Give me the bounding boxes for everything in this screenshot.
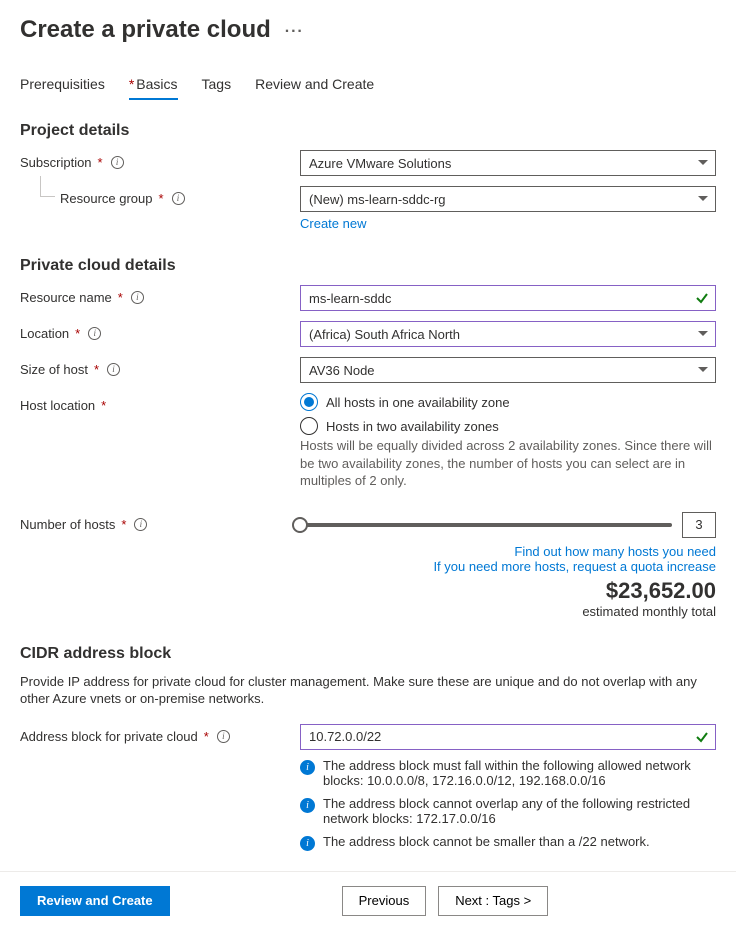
cidr-rule-3: The address block cannot be smaller than… [323, 834, 650, 849]
size-of-host-label: Size of host* i [20, 357, 300, 377]
address-block-input[interactable]: 10.72.0.0/22 [300, 724, 716, 750]
tab-review[interactable]: Review and Create [255, 72, 374, 100]
section-project-details: Project details [20, 122, 716, 140]
info-icon: i [300, 836, 315, 851]
resource-group-label: Resource group* i [20, 186, 300, 206]
tabs: Prerequisities *Basics Tags Review and C… [20, 72, 716, 100]
next-button[interactable]: Next : Tags > [438, 886, 548, 916]
chevron-down-icon [697, 193, 709, 205]
info-icon[interactable]: i [172, 192, 185, 205]
hosts-count-input[interactable]: 3 [682, 512, 716, 538]
footer: Review and Create Previous Next : Tags > [0, 871, 736, 916]
quota-increase-link[interactable]: If you need more hosts, request a quota … [300, 559, 716, 574]
info-icon[interactable]: i [134, 518, 147, 531]
size-of-host-select[interactable]: AV36 Node [300, 357, 716, 383]
resource-name-input[interactable]: ms-learn-sddc [300, 285, 716, 311]
price: $23,652.00 [300, 578, 716, 604]
host-location-label: Host location* [20, 393, 300, 413]
location-select[interactable]: (Africa) South Africa North [300, 321, 716, 347]
section-private-cloud: Private cloud details [20, 257, 716, 275]
radio-one-az-label: All hosts in one availability zone [326, 395, 510, 410]
create-new-link[interactable]: Create new [300, 216, 366, 231]
radio-one-az[interactable] [300, 393, 318, 411]
address-block-label: Address block for private cloud* i [20, 724, 300, 744]
chevron-down-icon [697, 328, 709, 340]
chevron-down-icon [697, 157, 709, 169]
radio-two-az-label: Hosts in two availability zones [326, 419, 499, 434]
info-icon: i [300, 798, 315, 813]
cidr-rule-1: The address block must fall within the f… [323, 758, 716, 788]
chevron-down-icon [697, 364, 709, 376]
slider-thumb[interactable] [292, 517, 308, 533]
subscription-select[interactable]: Azure VMware Solutions [300, 150, 716, 176]
info-icon[interactable]: i [217, 730, 230, 743]
previous-button[interactable]: Previous [342, 886, 427, 916]
info-icon[interactable]: i [88, 327, 101, 340]
info-icon[interactable]: i [107, 363, 120, 376]
radio-two-az-help: Hosts will be equally divided across 2 a… [300, 437, 716, 490]
price-subtitle: estimated monthly total [300, 604, 716, 619]
more-icon[interactable]: ··· [285, 19, 304, 41]
resource-name-label: Resource name* i [20, 285, 300, 305]
check-icon [695, 730, 709, 744]
resource-group-select[interactable]: (New) ms-learn-sddc-rg [300, 186, 716, 212]
number-of-hosts-label: Number of hosts* i [20, 512, 300, 532]
page-title: Create a private cloud ··· [20, 16, 716, 44]
info-icon[interactable]: i [111, 156, 124, 169]
section-cidr: CIDR address block [20, 645, 716, 663]
tab-basics[interactable]: *Basics [129, 72, 178, 100]
hosts-help-link[interactable]: Find out how many hosts you need [300, 544, 716, 559]
hosts-slider[interactable] [300, 523, 672, 527]
radio-two-az[interactable] [300, 417, 318, 435]
location-label: Location* i [20, 321, 300, 341]
check-icon [695, 291, 709, 305]
tab-tags[interactable]: Tags [202, 72, 232, 100]
cidr-description: Provide IP address for private cloud for… [20, 673, 716, 708]
review-and-create-button[interactable]: Review and Create [20, 886, 170, 916]
info-icon[interactable]: i [131, 291, 144, 304]
info-icon: i [300, 760, 315, 775]
tab-prerequisites[interactable]: Prerequisities [20, 72, 105, 100]
subscription-label: Subscription* i [20, 150, 300, 170]
cidr-rule-2: The address block cannot overlap any of … [323, 796, 716, 826]
